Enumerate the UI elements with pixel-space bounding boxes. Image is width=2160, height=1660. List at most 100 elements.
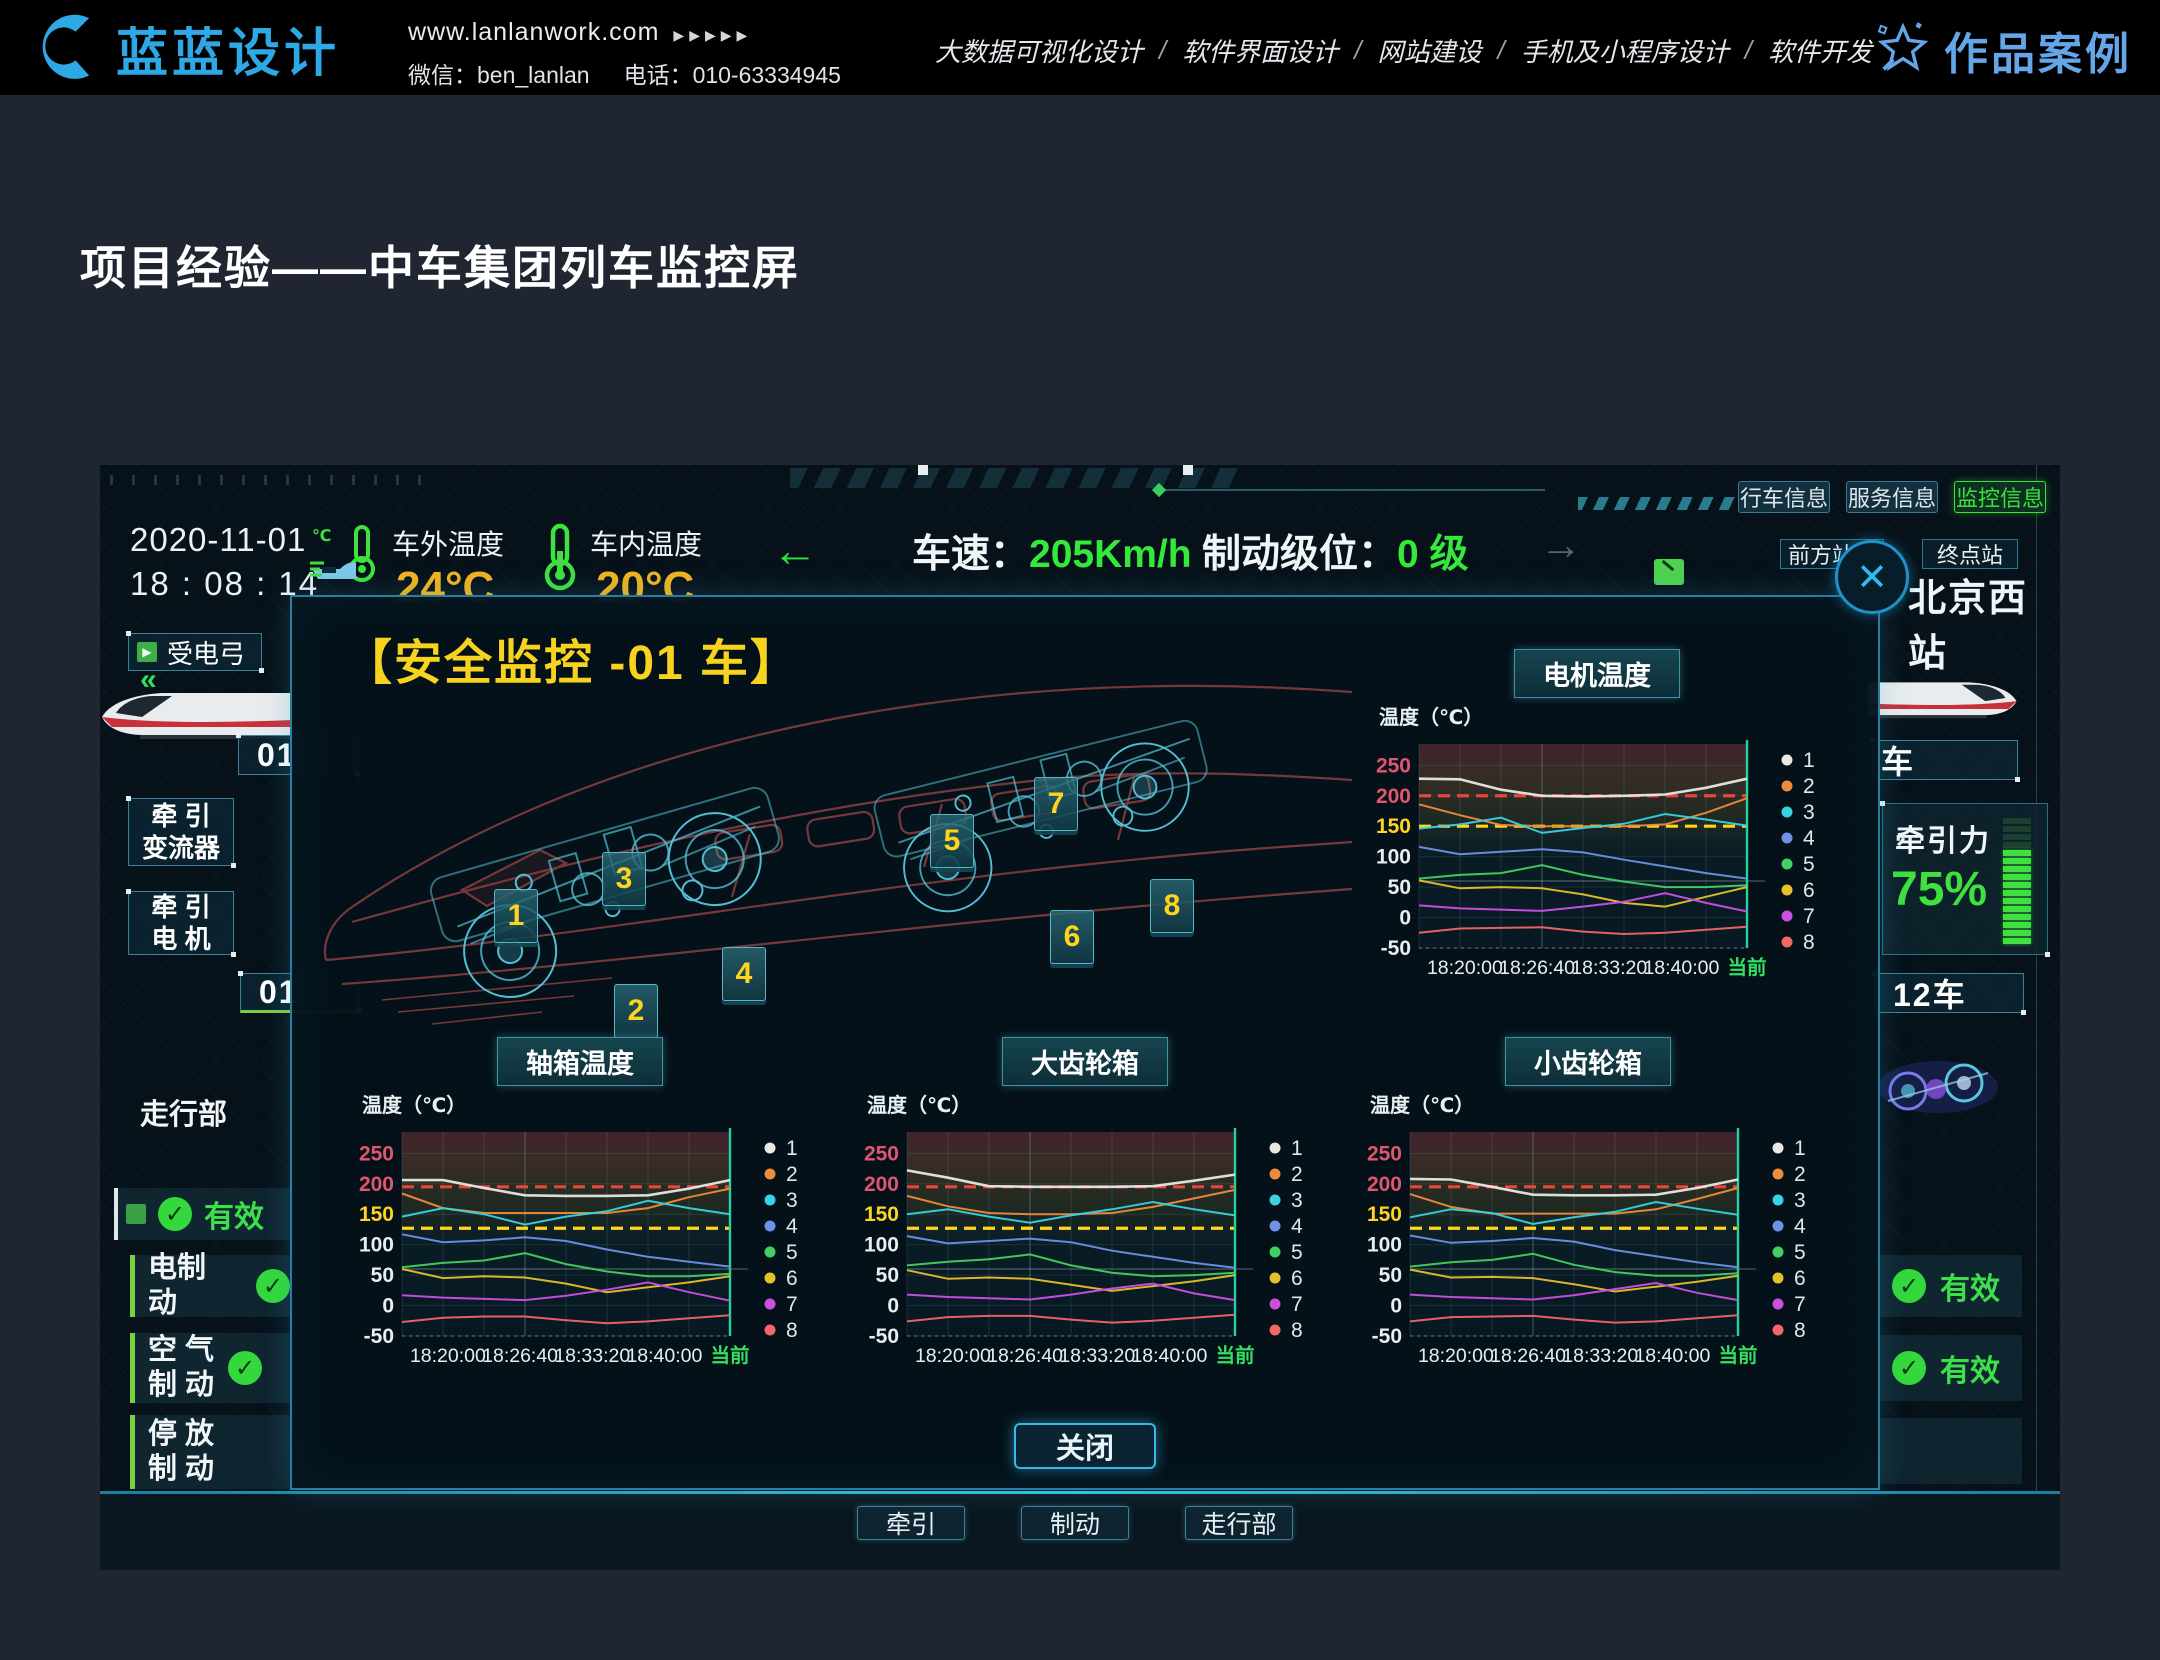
gauge-segment	[2003, 850, 2031, 856]
portfolio-link[interactable]: 作品案例	[1874, 18, 2132, 82]
svg-text:1: 1	[1803, 749, 1815, 772]
brake-readout: 制动级位：0 级	[1202, 523, 1469, 579]
accent-bar	[130, 1333, 135, 1403]
svg-text:2: 2	[1291, 1163, 1303, 1186]
menu-separator: /	[1745, 35, 1752, 66]
check-circle-icon: ✓	[1892, 1269, 1926, 1303]
traction-force-label: 牵引力	[1895, 816, 1991, 860]
traction-gauge	[2003, 816, 2031, 944]
close-icon[interactable]: ✕	[1835, 540, 1909, 614]
svg-text:18:33:20: 18:33:20	[1059, 1345, 1135, 1367]
svg-text:150: 150	[1376, 815, 1411, 838]
right-valid-row-2: ✓ 有效	[1878, 1335, 2022, 1401]
svg-text:5: 5	[1803, 853, 1815, 876]
sensor-badge-5[interactable]: 5	[930, 814, 974, 868]
svg-text:3: 3	[1794, 1189, 1806, 1212]
svg-text:18:20:00: 18:20:00	[1418, 1345, 1494, 1367]
bottom-tab-0[interactable]: 牵引	[857, 1506, 965, 1540]
chart-title: 小齿轮箱	[1505, 1037, 1671, 1086]
label-line: 制 动	[148, 1368, 214, 1403]
outside-temp-label: 车外温度	[392, 523, 504, 563]
sensor-badge-8[interactable]: 8	[1150, 879, 1194, 933]
svg-text:250: 250	[1376, 754, 1411, 777]
sensor-badge-1[interactable]: 1	[494, 889, 538, 943]
sidebar-item-traction-motor[interactable]: 牵 引 电 机	[128, 891, 234, 955]
bottom-toolbar: 牵引 制动 走行部	[100, 1494, 2060, 1570]
svg-text:2: 2	[1803, 775, 1815, 798]
svg-text:50: 50	[876, 1264, 899, 1287]
tab-2[interactable]: 监控信息	[1954, 481, 2046, 513]
valid-label: 有效	[1940, 1264, 2000, 1308]
car-04-label-partial[interactable]: 车	[1872, 740, 2018, 780]
sensor-badge-4[interactable]: 4	[722, 947, 766, 1001]
svg-text:-50: -50	[1381, 937, 1411, 960]
menu-item-2[interactable]: 网站建设	[1378, 32, 1482, 69]
svg-text:18:20:00: 18:20:00	[410, 1345, 486, 1367]
terminal-station-label: 终点站	[1922, 539, 2018, 569]
bottom-tab-2[interactable]: 走行部	[1185, 1506, 1293, 1540]
chart-plot: 250200150100500-5018:20:0018:26:4018:33:…	[1358, 1118, 1818, 1417]
accent-bar	[130, 1415, 135, 1489]
sensor-badge-2[interactable]: 2	[614, 984, 658, 1038]
gauge-segment	[2003, 834, 2031, 840]
bottom-tab-1[interactable]: 制动	[1021, 1506, 1129, 1540]
menu-item-0[interactable]: 大数据可视化设计	[935, 32, 1143, 69]
electric-brake-row[interactable]: 电制动 ✓	[130, 1255, 290, 1317]
status-date: 2020-11-01	[130, 521, 306, 559]
gauge-segment	[2003, 882, 2031, 888]
menu-separator: /	[1159, 35, 1166, 66]
svg-text:18:40:00: 18:40:00	[1643, 957, 1719, 979]
close-button[interactable]: 关闭	[1014, 1423, 1156, 1469]
logo[interactable]: 蓝蓝设计	[30, 8, 340, 89]
svg-text:100: 100	[864, 1234, 899, 1257]
menu-item-3[interactable]: 手机及小程序设计	[1521, 32, 1729, 69]
gauge-segment	[2003, 818, 2031, 824]
chart-motor-temperature: 电机温度 温度（℃） 250200150100500-5018:20:0018:…	[1367, 649, 1827, 1029]
svg-text:50: 50	[371, 1264, 394, 1287]
logo-icon	[30, 8, 106, 89]
svg-text:200: 200	[864, 1173, 899, 1196]
chart-title: 轴箱温度	[497, 1037, 663, 1086]
svg-text:250: 250	[1367, 1142, 1402, 1165]
sidebar-item-traction-converter[interactable]: 牵 引 变流器	[128, 798, 234, 866]
svg-text:7: 7	[786, 1293, 798, 1316]
info-tabs: 行车信息服务信息监控信息	[1738, 481, 2046, 513]
label-line: 走行部	[140, 1088, 227, 1143]
next-arrow-icon[interactable]: →	[1540, 521, 1582, 569]
outside-thermometer-train-icon: ℃	[310, 523, 388, 594]
svg-text:18:33:20: 18:33:20	[554, 1345, 630, 1367]
square-decor	[1183, 465, 1193, 475]
sensor-badge-6[interactable]: 6	[1050, 910, 1094, 964]
sensor-badge-3[interactable]: 3	[602, 852, 646, 906]
website-url[interactable]: www.lanlanwork.com	[408, 18, 659, 46]
svg-text:当前: 当前	[1215, 1344, 1254, 1367]
svg-text:50: 50	[1388, 876, 1411, 899]
star-icon	[1874, 19, 1932, 82]
tab-1[interactable]: 服务信息	[1846, 481, 1938, 513]
bogie-image	[1872, 1053, 2004, 1124]
car-12-label[interactable]: 12车	[1874, 973, 2024, 1013]
air-brake-row[interactable]: 空 气 制 动 ✓	[130, 1333, 290, 1403]
svg-text:6: 6	[1794, 1267, 1806, 1290]
svg-text:150: 150	[359, 1203, 394, 1226]
check-circle-icon: ✓	[158, 1197, 192, 1231]
tab-0[interactable]: 行车信息	[1738, 481, 1830, 513]
menu-item-1[interactable]: 软件界面设计	[1182, 32, 1338, 69]
svg-text:8: 8	[1291, 1319, 1303, 1342]
chart-axlebox-temperature: 轴箱温度 温度（℃） 250200150100500-5018:20:0018:…	[350, 1037, 810, 1417]
stripes-decor-teal	[1578, 497, 1738, 510]
sensor-badge-7[interactable]: 7	[1034, 777, 1078, 831]
inside-temp-label: 车内温度	[590, 523, 702, 563]
svg-text:5: 5	[1291, 1241, 1303, 1264]
chart-plot: 250200150100500-5018:20:0018:26:4018:33:…	[1367, 730, 1827, 1029]
svg-text:150: 150	[864, 1203, 899, 1226]
terminal-station-value: 北京西站	[1908, 567, 2060, 677]
gauge-segment	[2003, 842, 2031, 848]
page-title: 项目经验——中车集团列车监控屏	[80, 232, 800, 298]
svg-text:℃: ℃	[312, 528, 331, 545]
menu-item-4[interactable]: 软件开发	[1768, 32, 1872, 69]
parking-brake-row[interactable]: 停 放 制 动	[130, 1415, 290, 1489]
train-tail-image	[1868, 670, 2018, 731]
prev-arrow-icon[interactable]: ←	[772, 523, 818, 577]
chart-small-gearbox: 小齿轮箱 温度（℃） 250200150100500-5018:20:0018:…	[1358, 1037, 1818, 1417]
